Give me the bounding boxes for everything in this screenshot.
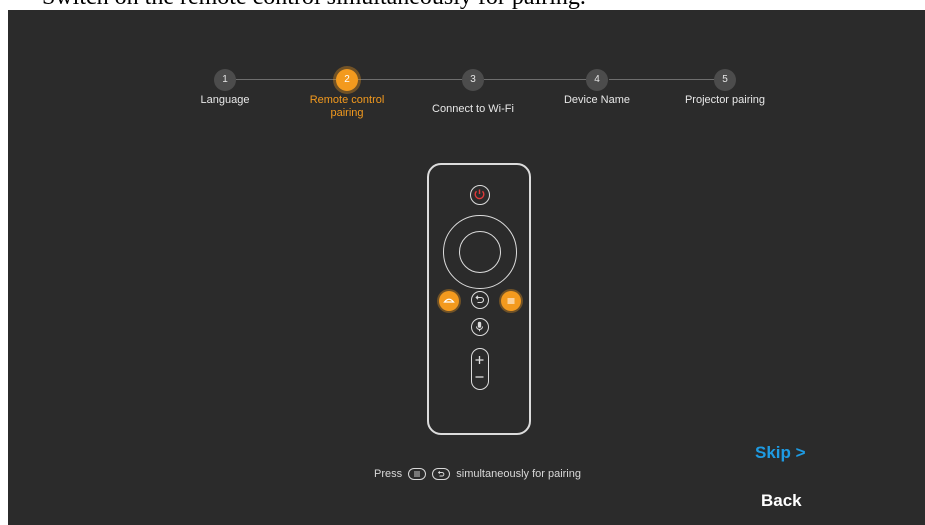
step-2-indicator: 2: [336, 69, 358, 91]
step-3-label: Connect to Wi-Fi: [432, 103, 514, 115]
volume-rocker-icon: [471, 348, 489, 390]
setup-screen: 1 2 3 4 5 Language Remote control pairin…: [8, 10, 925, 525]
step-5-label: Projector pairing: [684, 94, 766, 106]
step-4-indicator: 4: [586, 69, 608, 91]
menu-button-icon: [501, 291, 521, 311]
back-button-icon: [471, 291, 489, 309]
power-button-icon: [470, 185, 490, 205]
skip-button[interactable]: Skip >: [755, 443, 806, 463]
caption-text: Switch on the remote control simultaneou…: [42, 0, 586, 10]
pairing-hint: Press simultaneously for pairing: [374, 467, 581, 481]
back-hint-icon: [432, 468, 451, 481]
step-2-label: Remote control pairing: [277, 94, 417, 120]
step-1-indicator: 1: [214, 69, 236, 91]
dpad-center-icon: [459, 231, 501, 273]
step-4-label: Device Name: [563, 94, 631, 106]
hint-suffix-text: simultaneously for pairing: [456, 468, 581, 480]
remote-control-illustration: [427, 163, 531, 435]
step-connector: [484, 79, 596, 80]
step-5-indicator: 5: [714, 69, 736, 91]
step-connector: [609, 79, 723, 80]
home-button-icon: [439, 291, 459, 311]
back-button[interactable]: Back: [761, 491, 802, 511]
step-connector: [236, 79, 344, 80]
microphone-button-icon: [471, 318, 489, 336]
menu-hint-icon: [408, 468, 427, 481]
caption-strip: Switch on the remote control simultaneou…: [0, 0, 925, 10]
step-connector: [358, 79, 470, 80]
step-2-label-line1: Remote control: [309, 94, 385, 106]
step-1-label: Language: [200, 94, 250, 106]
step-3-indicator: 3: [462, 69, 484, 91]
hint-press-text: Press: [374, 468, 403, 480]
step-2-label-line2: pairing: [330, 107, 364, 119]
